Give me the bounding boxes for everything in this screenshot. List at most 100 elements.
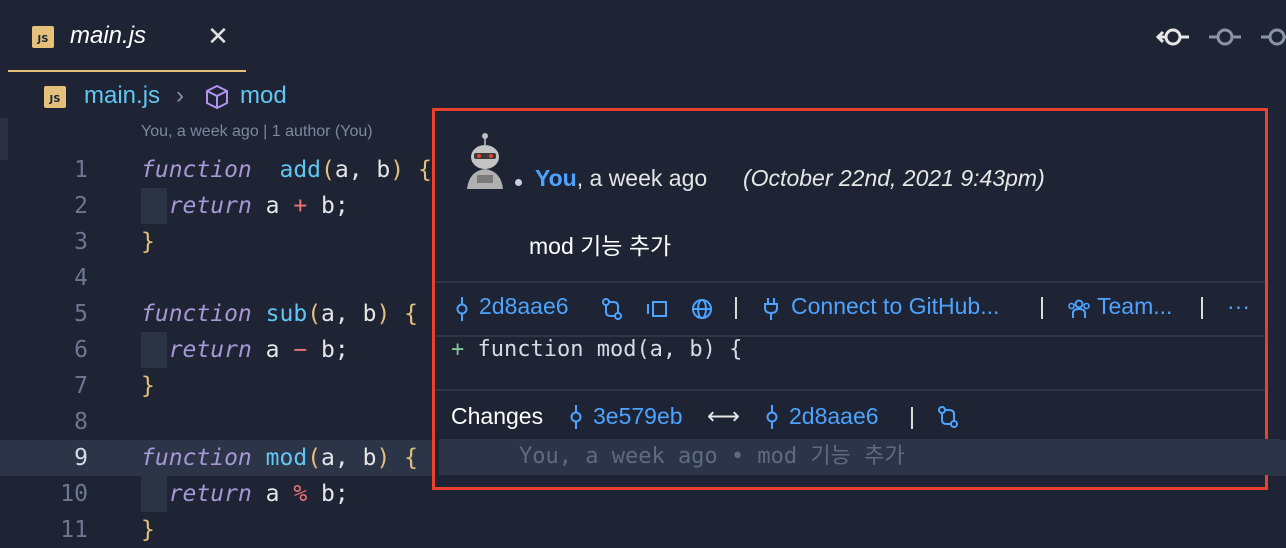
separator: | xyxy=(909,403,915,429)
commit-actions-bar: 2d8aae6 | Connect to GitHub... | Team...… xyxy=(435,283,1265,333)
code-text: return a % b; xyxy=(141,476,349,512)
globe-icon[interactable] xyxy=(691,298,713,320)
commit-icon xyxy=(456,297,468,321)
code-token: function xyxy=(141,301,252,327)
compare-changes-icon[interactable] xyxy=(937,406,959,428)
team-icon xyxy=(1068,299,1090,318)
commit-relative-time: , a week ago xyxy=(576,165,708,191)
code-token: a, b xyxy=(321,445,377,471)
code-token: { xyxy=(404,445,419,471)
line-number: 5 xyxy=(74,301,88,327)
avatar xyxy=(459,131,511,189)
tab-main-js[interactable]: JS main.js ✕ xyxy=(8,0,246,72)
line-number: 7 xyxy=(74,373,88,399)
code-text: } xyxy=(141,368,155,404)
code-text: } xyxy=(141,224,155,260)
code-token: b; xyxy=(307,193,349,219)
code-text: function mod(a, b) { xyxy=(141,440,418,476)
line-number: 11 xyxy=(60,517,88,543)
breadcrumb-file[interactable]: main.js xyxy=(84,82,160,110)
commit-date: (October 22nd, 2021 9:43pm) xyxy=(743,165,1045,191)
compare-changes-icon[interactable] xyxy=(601,298,623,320)
divider xyxy=(435,389,1265,391)
line-number: 2 xyxy=(74,193,88,219)
diff-preview: + function mod(a, b) { xyxy=(451,337,742,362)
code-token: } xyxy=(141,373,155,399)
commit-author[interactable]: You xyxy=(535,165,577,191)
code-token: { xyxy=(418,157,432,183)
status-dot xyxy=(515,179,522,186)
line-number: 9 xyxy=(74,445,88,471)
code-token: return xyxy=(168,193,252,219)
previous-commit-link[interactable]: 3e579eb xyxy=(593,403,683,430)
code-token: mod xyxy=(265,445,308,471)
code-token: − xyxy=(293,337,308,363)
tab-title: main.js xyxy=(70,22,147,49)
tab-bar: JS main.js ✕ xyxy=(0,0,1286,72)
changes-bar: Changes 3e579eb ⟷ 2d8aae6 | xyxy=(435,393,1265,437)
team-link[interactable]: Team... xyxy=(1097,293,1172,320)
code-token: a xyxy=(251,193,294,219)
code-token: b; xyxy=(307,337,349,363)
inline-blame-annotation: You, a week ago • mod 기능 추가 xyxy=(439,439,1281,475)
code-token: ) xyxy=(376,301,391,327)
inline-blame-text: You, a week ago • mod 기능 추가 xyxy=(519,444,905,469)
more-actions-button[interactable]: ··· xyxy=(1227,293,1250,320)
code-token: ( xyxy=(307,301,322,327)
code-token: a xyxy=(251,481,294,507)
line-number: 4 xyxy=(74,265,88,291)
separator: | xyxy=(1199,293,1205,319)
code-token: } xyxy=(141,229,155,255)
code-text: } xyxy=(141,512,155,548)
commit-author-line: You, a week ago xyxy=(535,165,707,192)
breadcrumb: JS main.js › mod xyxy=(0,78,430,114)
code-text: function sub(a, b) { xyxy=(141,296,418,332)
separator: | xyxy=(1039,293,1045,319)
timeline-current-icon[interactable] xyxy=(1207,22,1243,52)
javascript-file-icon: JS xyxy=(44,86,66,108)
code-token: ( xyxy=(321,157,335,183)
code-token: ) xyxy=(390,157,405,183)
javascript-file-icon: JS xyxy=(32,26,54,48)
code-text: function add(a, b) { xyxy=(141,152,432,188)
code-token: ) xyxy=(376,445,391,471)
plug-icon xyxy=(764,298,778,320)
commit-sha-link[interactable]: 2d8aae6 xyxy=(479,293,569,320)
code-token: % xyxy=(293,481,308,507)
commit-message: mod 기능 추가 xyxy=(529,233,672,259)
separator: | xyxy=(733,293,739,319)
code-token: a, b xyxy=(334,157,391,183)
commit-icon xyxy=(766,405,778,429)
diff-line: function mod(a, b) { xyxy=(477,337,743,362)
code-token: ( xyxy=(307,445,322,471)
details-icon[interactable] xyxy=(645,299,669,319)
code-token: sub xyxy=(265,301,308,327)
code-token: function xyxy=(141,445,252,471)
code-text: return a + b; xyxy=(141,188,349,224)
cube-icon xyxy=(206,84,228,110)
changes-label: Changes xyxy=(451,403,544,429)
code-token: b; xyxy=(307,481,349,507)
line-number: 6 xyxy=(74,337,88,363)
current-commit-link[interactable]: 2d8aae6 xyxy=(789,403,879,430)
connect-github-link[interactable]: Connect to GitHub... xyxy=(791,293,999,320)
codelens-blame[interactable]: You, a week ago | 1 author (You) xyxy=(141,123,373,141)
code-token: } xyxy=(141,517,155,543)
code-token: a, b xyxy=(321,301,377,327)
timeline-previous-icon[interactable] xyxy=(1155,22,1191,52)
code-token: return xyxy=(168,481,252,507)
line-number: 1 xyxy=(74,157,88,183)
code-token: function xyxy=(141,157,252,183)
code-line[interactable]: 11} xyxy=(0,512,1286,548)
blame-hover-popup: You, a week ago (October 22nd, 2021 9:43… xyxy=(432,108,1281,490)
timeline-next-icon[interactable] xyxy=(1259,22,1286,52)
close-icon[interactable]: ✕ xyxy=(206,20,230,52)
line-number: 8 xyxy=(74,409,88,435)
breadcrumb-symbol[interactable]: mod xyxy=(240,82,287,110)
commit-icon xyxy=(570,405,582,429)
